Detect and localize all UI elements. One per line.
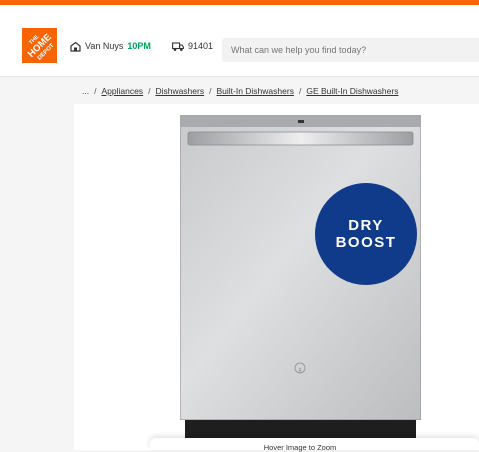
- search-input[interactable]: [222, 38, 479, 62]
- badge-line-2: BOOST: [335, 234, 397, 251]
- breadcrumb-separator: /: [209, 86, 212, 96]
- store-icon: [70, 41, 81, 52]
- store-selector[interactable]: Van Nuys 10PM: [70, 39, 151, 53]
- breadcrumb-built-in-dishwashers[interactable]: Built-In Dishwashers: [216, 86, 293, 96]
- breadcrumb-separator: /: [148, 86, 151, 96]
- dry-boost-badge: DRY BOOST: [315, 183, 417, 285]
- badge-line-1: DRY: [348, 217, 384, 234]
- header-divider: [0, 76, 479, 77]
- svg-text:g: g: [299, 367, 302, 373]
- breadcrumb-appliances[interactable]: Appliances: [101, 86, 143, 96]
- breadcrumb-separator: /: [298, 86, 302, 96]
- breadcrumb-ge-built-in-dishwashers[interactable]: GE Built-In Dishwashers: [306, 86, 398, 96]
- delivery-zip-selector[interactable]: 91401: [172, 39, 213, 53]
- breadcrumb: ... / Appliances / Dishwashers / Built-I…: [82, 85, 398, 97]
- breadcrumb-ellipsis[interactable]: ...: [82, 86, 89, 96]
- breadcrumb-separator: /: [94, 86, 97, 96]
- logo-mark: THE HOME DEPOT: [22, 28, 57, 63]
- truck-icon: [172, 41, 184, 52]
- store-hours: 10PM: [127, 41, 151, 51]
- delivery-zip: 91401: [188, 41, 214, 51]
- breadcrumb-dishwashers[interactable]: Dishwashers: [155, 86, 204, 96]
- zoom-hint-label: Hover Image to Zoom: [263, 443, 337, 452]
- store-name: Van Nuys: [85, 41, 124, 51]
- home-depot-logo[interactable]: THE HOME DEPOT: [22, 28, 57, 63]
